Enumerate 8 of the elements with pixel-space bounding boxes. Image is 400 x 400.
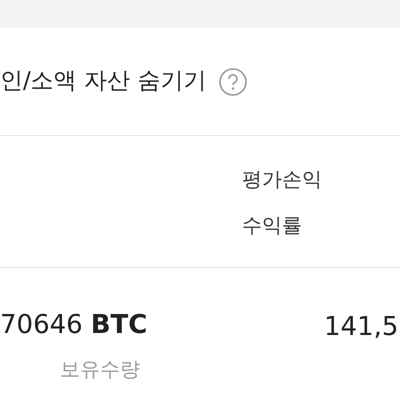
holding-value: 141,5 bbox=[324, 311, 398, 344]
holding-caption: 보유수량 bbox=[60, 356, 140, 383]
help-icon[interactable] bbox=[218, 66, 248, 96]
column-header: 수익률 bbox=[242, 212, 303, 238]
column-header: 평가손익 bbox=[242, 166, 323, 192]
holding-amount: 70646 bbox=[0, 309, 83, 342]
hide-small-assets-label: 인/소액 자산 숨기기 bbox=[0, 67, 206, 96]
currency-unit: BTC bbox=[90, 309, 148, 342]
